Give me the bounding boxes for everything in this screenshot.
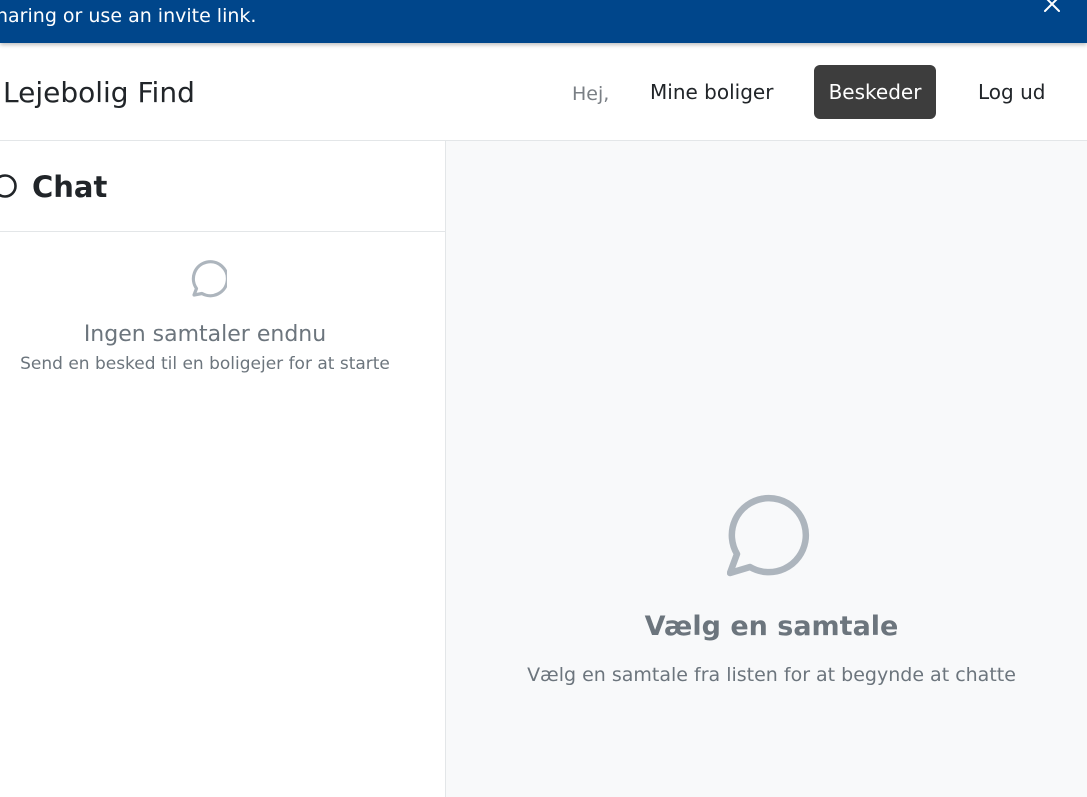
notification-banner: haring or use an invite link.	[0, 0, 1087, 43]
chat-header: Chat	[0, 141, 445, 232]
chat-bubble-icon	[183, 259, 229, 303]
nav-log-ud[interactable]: Log ud	[961, 65, 1062, 119]
top-navbar: Lejebolig Find Hej, Mine boliger Beskede…	[0, 43, 1087, 141]
banner-message: haring or use an invite link.	[0, 5, 257, 27]
nav-mine-boliger[interactable]: Mine boliger	[633, 65, 790, 119]
brand-logo-link[interactable]: Lejebolig Find	[3, 76, 195, 110]
user-greeting: Hej,	[572, 83, 610, 105]
nav-beskeder[interactable]: Beskeder	[814, 65, 936, 119]
chat-bubble-icon	[726, 491, 815, 579]
empty-conversations-title: Ingen samtaler endnu	[83, 322, 327, 347]
conversation-view-panel: Vælg en samtale Vælg en samtale fra list…	[446, 141, 1087, 797]
conversation-list-panel: Chat Ingen samtaler endnu Send en besked…	[0, 141, 446, 797]
empty-conversations-subtitle: Send en besked til en boligejer for at s…	[20, 354, 390, 374]
select-conversation-title: Vælg en samtale	[644, 611, 899, 642]
chat-bubble-icon	[0, 173, 18, 199]
chat-title: Chat	[32, 170, 108, 204]
close-icon[interactable]	[1042, 0, 1062, 14]
select-conversation-subtitle: Vælg en samtale fra listen for at begynd…	[527, 664, 1016, 686]
